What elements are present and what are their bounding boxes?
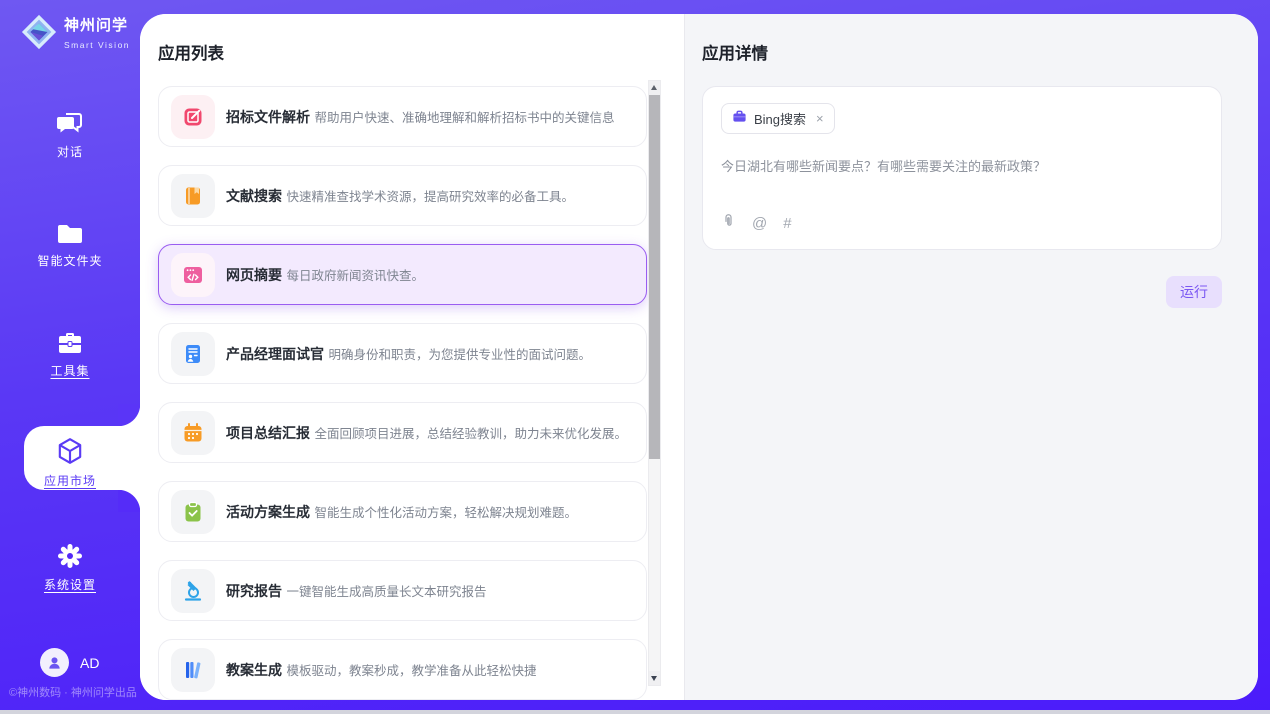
brand-subtitle: Smart Vision (64, 40, 130, 50)
avatar (40, 648, 69, 677)
brand-diamond-icon (20, 13, 58, 56)
chip-close-icon[interactable]: × (816, 111, 824, 126)
app-card-desc: 帮助用户快速、准确地理解和解析招标书中的关键信息 (314, 111, 614, 125)
content-area: 应用列表 招标文件解析 帮助用户快速、准确地理解和解析招标书中的关键信息 (140, 14, 1258, 700)
brand-logo: 神州问学 Smart Vision (20, 13, 140, 56)
sidebar-item-settings[interactable]: 系统设置 (0, 542, 140, 593)
sidebar-item-toolset[interactable]: 工具集 (0, 330, 140, 379)
book-icon (171, 174, 215, 218)
books-icon (171, 648, 215, 692)
microscope-icon (171, 569, 215, 613)
mention-icon[interactable]: @ (752, 215, 767, 232)
pen-square-icon (171, 95, 215, 139)
app-card-lesson-plan[interactable]: 教案生成 模板驱动，教案秒成，教学准备从此轻松快捷 (158, 639, 647, 700)
app-detail-panel: 应用详情 Bing搜索 × 今日湖北有哪些新闻要点？有哪些需要关注的最新政策？ (684, 14, 1258, 700)
app-card-bid-analysis[interactable]: 招标文件解析 帮助用户快速、准确地理解和解析招标书中的关键信息 (158, 86, 647, 147)
browser-code-icon (171, 253, 215, 297)
app-card-desc: 智能生成个性化活动方案，轻松解决规划难题。 (314, 506, 577, 520)
attachment-toolbar: @ # (721, 212, 1203, 235)
scroll-down-button[interactable] (649, 671, 660, 685)
app-card-pm-interviewer[interactable]: 产品经理面试官 明确身份和职责，为您提供专业性的面试问题。 (158, 323, 647, 384)
copyright-text: ©神州数码 · 神州问学出品 (9, 684, 139, 700)
app-card-title: 教案生成 (226, 662, 282, 678)
app-card-list: 招标文件解析 帮助用户快速、准确地理解和解析招标书中的关键信息 文献搜索 (158, 86, 647, 700)
app-card-web-summary[interactable]: 网页摘要 每日政府新闻资讯快查。 (158, 244, 647, 305)
app-list-title: 应用列表 (158, 40, 224, 64)
app-card-desc: 模板驱动，教案秒成，教学准备从此轻松快捷 (286, 664, 536, 678)
sidebar-item-app-market[interactable]: 应用市场 (0, 436, 140, 489)
app-detail-title: 应用详情 (702, 40, 1222, 64)
app-card-desc: 明确身份和职责，为您提供专业性的面试问题。 (328, 348, 591, 362)
calendar-icon (171, 411, 215, 455)
app-card-desc: 每日政府新闻资讯快查。 (286, 269, 424, 283)
sidebar-item-label: 系统设置 (0, 576, 140, 593)
app-card-title: 网页摘要 (226, 267, 282, 283)
cube-icon (0, 436, 140, 466)
app-card-desc: 全面回顾项目进展，总结经验教训，助力未来优化发展。 (314, 427, 627, 441)
user-account[interactable]: AD (40, 648, 99, 677)
app-card-desc: 快速精准查找学术资源，提高研究效率的必备工具。 (286, 190, 574, 204)
app-card-title: 招标文件解析 (226, 109, 310, 125)
run-row: 运行 (702, 276, 1222, 308)
briefcase-icon (732, 109, 747, 129)
topic-icon[interactable]: # (783, 215, 791, 232)
sidebar-item-label: 对话 (0, 143, 140, 160)
list-scrollbar[interactable] (648, 80, 661, 686)
scroll-up-button[interactable] (649, 81, 660, 95)
toolbox-icon (0, 330, 140, 356)
sidebar-item-chat[interactable]: 对话 (0, 111, 140, 160)
tool-chip-bing-search[interactable]: Bing搜索 × (721, 103, 835, 134)
app-card-research-report[interactable]: 研究报告 一键智能生成高质量长文本研究报告 (158, 560, 647, 621)
app-card-title: 项目总结汇报 (226, 425, 310, 441)
app-card-literature-search[interactable]: 文献搜索 快速精准查找学术资源，提高研究效率的必备工具。 (158, 165, 647, 226)
app-card-title: 产品经理面试官 (226, 346, 324, 362)
chat-bubble-icon (0, 111, 140, 137)
app-card-event-plan[interactable]: 活动方案生成 智能生成个性化活动方案，轻松解决规划难题。 (158, 481, 647, 542)
gear-icon (0, 542, 140, 570)
sidebar-item-label: 工具集 (0, 362, 140, 379)
app-card-title: 研究报告 (226, 583, 282, 599)
brand-name: 神州问学 (64, 17, 128, 34)
scrollbar-thumb[interactable] (649, 95, 660, 459)
user-initials: AD (80, 655, 99, 671)
tool-chip-label: Bing搜索 (754, 109, 806, 128)
sidebar: 神州问学 Smart Vision 对话 智能文件夹 (0, 0, 140, 710)
app-card-title: 文献搜索 (226, 188, 282, 204)
document-person-icon (171, 332, 215, 376)
paperclip-icon[interactable] (721, 212, 736, 235)
sidebar-item-label: 智能文件夹 (0, 252, 140, 269)
app-card-title: 活动方案生成 (226, 504, 310, 520)
app-card-project-summary[interactable]: 项目总结汇报 全面回顾项目进展，总结经验教训，助力未来优化发展。 (158, 402, 647, 463)
query-card: Bing搜索 × 今日湖北有哪些新闻要点？有哪些需要关注的最新政策？ @ # (702, 86, 1222, 250)
clipboard-check-icon (171, 490, 215, 534)
sidebar-item-label: 应用市场 (0, 472, 140, 489)
sidebar-item-smart-folder[interactable]: 智能文件夹 (0, 222, 140, 269)
window-bottom-edge (0, 710, 1270, 714)
app-list-panel: 应用列表 招标文件解析 帮助用户快速、准确地理解和解析招标书中的关键信息 (140, 14, 684, 700)
query-input[interactable]: 今日湖北有哪些新闻要点？有哪些需要关注的最新政策？ (721, 158, 1203, 176)
folder-icon (0, 222, 140, 246)
app-card-desc: 一键智能生成高质量长文本研究报告 (286, 585, 486, 599)
run-button[interactable]: 运行 (1166, 276, 1222, 308)
